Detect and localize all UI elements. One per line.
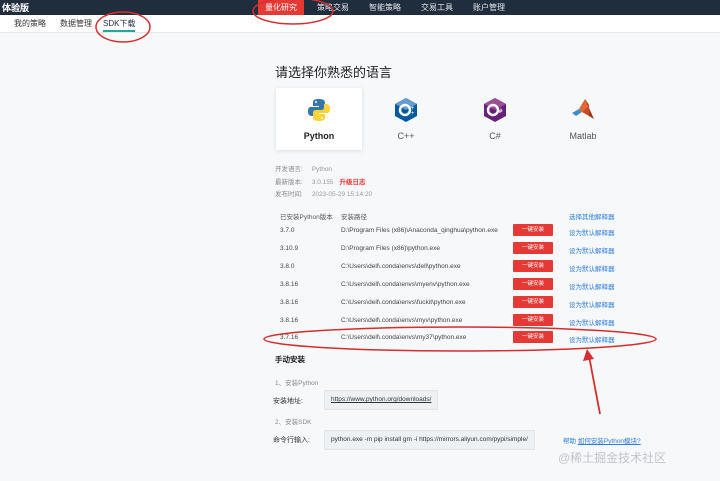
col-path-header: 安装路径 (341, 214, 367, 221)
cpp-icon: + + (393, 97, 419, 123)
annotation-arrow-line (588, 355, 601, 415)
table-row: 3.8.0 C:\Users\dell\.conda\envs\dell\pyt… (280, 260, 640, 274)
info-version-label: 最新版本: (275, 179, 303, 186)
table-row: 3.7.0 D:\Program Files (x86)\Anaconda_qi… (280, 224, 640, 238)
brand-label: 体验版 (2, 3, 30, 13)
row-version: 3.7.0 (280, 227, 295, 234)
one-click-install-button[interactable]: 一键安装 (513, 314, 553, 326)
row-path: C:\Users\dell\.conda\envs\myenv\python.e… (341, 281, 470, 288)
one-click-install-button[interactable]: 一键安装 (513, 296, 553, 308)
info-date-label: 发布时间: (275, 191, 303, 198)
python-download-link[interactable]: https://www.python.org/downloads/ (331, 396, 431, 403)
set-default-link[interactable]: 设为默认解释器 (569, 317, 615, 327)
step-install-python: 1、安装Python (275, 380, 319, 387)
row-path: C:\Users\dell\.conda\envs\dell\python.ex… (341, 263, 461, 270)
tab-sdk-download[interactable]: SDK下载 (103, 18, 136, 32)
one-click-install-button[interactable]: 一键安装 (513, 331, 553, 343)
info-language-value: Python (311, 166, 333, 173)
col-version-header: 已安装Python版本 (280, 214, 333, 221)
set-default-link[interactable]: 设为默认解释器 (569, 299, 615, 309)
set-default-link[interactable]: 设为默认解释器 (569, 281, 615, 291)
info-version-value: 3.0.155 (311, 179, 334, 186)
tab-my-strategies[interactable]: 我的策略 (14, 18, 46, 29)
one-click-install-button[interactable]: 一键安装 (513, 242, 553, 254)
nav-smart-strategy[interactable]: 智能策略 (362, 0, 408, 15)
row-version: 3.8.0 (280, 263, 295, 270)
row-path: C:\Users\dell\.conda\envs\my37\python.ex… (341, 334, 467, 341)
info-date-value: 2023-05-29 15:14:20 (311, 191, 373, 198)
row-version: 3.8.16 (280, 299, 299, 306)
changelog-link[interactable]: 升级日志 (340, 179, 366, 186)
row-version: 3.10.9 (280, 245, 299, 252)
nav-quant-research[interactable]: 量化研究 (258, 0, 304, 15)
matlab-icon (570, 97, 596, 123)
nav-strategy-trading[interactable]: 策略交易 (310, 0, 356, 15)
set-default-link[interactable]: 设为默认解释器 (569, 263, 615, 273)
table-header: 已安装Python版本 安装路径 选择其他解释器 (280, 211, 615, 221)
help-link[interactable]: 帮助 如何安装Python模块? (563, 435, 641, 445)
csharp-icon: # (482, 97, 508, 123)
step-install-sdk: 2、安装SDK (275, 419, 312, 426)
row-version: 3.8.16 (280, 281, 299, 288)
top-nav-bar: 体验版 量化研究 策略交易 智能策略 交易工具 账户管理 (0, 0, 720, 15)
table-row: 3.7.16 C:\Users\dell\.conda\envs\my37\py… (280, 331, 640, 345)
lang-card-csharp[interactable]: # C# (452, 88, 538, 150)
row-path: C:\Users\dell\.conda\envs\fuckit\python.… (341, 299, 466, 306)
install-address-label: 安装地址: (273, 398, 303, 405)
command-text: python.exe -m pip install gm -i https://… (331, 436, 528, 443)
page-title: 请选择你熟悉的语言 (275, 65, 393, 80)
info-date: 发布时间: 2023-05-29 15:14:20 (275, 188, 372, 198)
nav-account-management[interactable]: 账户管理 (466, 0, 512, 15)
table-row: 3.8.16 C:\Users\dell\.conda\envs\myv\pyt… (280, 314, 640, 328)
lang-label-matlab: Matlab (569, 131, 597, 141)
choose-interpreter-link[interactable]: 选择其他解释器 (569, 211, 615, 221)
lang-label-cpp: C++ (397, 131, 415, 141)
row-path: C:\Users\dell\.conda\envs\myv\python.exe (341, 317, 463, 324)
info-language: 开发语言: Python (275, 163, 332, 173)
manual-install-title: 手动安装 (275, 355, 305, 364)
help-prefix: 帮助 (563, 438, 576, 445)
set-default-link[interactable]: 设为默认解释器 (569, 334, 615, 344)
tab-data-management[interactable]: 数据管理 (60, 18, 92, 29)
row-path: D:\Program Files (x86)\Anaconda_qinghua\… (341, 227, 498, 234)
lang-card-python[interactable]: Python (276, 88, 362, 150)
nav-trading-tools[interactable]: 交易工具 (414, 0, 460, 15)
command-box[interactable]: python.exe -m pip install gm -i https://… (324, 430, 535, 450)
lang-label-python: Python (303, 131, 335, 141)
cmd-input-label: 命令行输入: (273, 437, 310, 444)
info-language-label: 开发语言: (275, 166, 303, 173)
table-row: 3.8.16 C:\Users\dell\.conda\envs\myenv\p… (280, 278, 640, 292)
row-version: 3.7.16 (280, 334, 299, 341)
python-icon (306, 97, 332, 123)
main-nav: 量化研究 策略交易 智能策略 交易工具 账户管理 (258, 0, 518, 15)
set-default-link[interactable]: 设为默认解释器 (569, 245, 615, 255)
one-click-install-button[interactable]: 一键安装 (513, 278, 553, 290)
row-version: 3.8.16 (280, 317, 299, 324)
sub-nav-bar: 我的策略 数据管理 SDK下载 (0, 15, 720, 33)
annotation-arrow-head (583, 349, 594, 361)
lang-label-csharp: C# (489, 131, 501, 141)
one-click-install-button[interactable]: 一键安装 (513, 260, 553, 272)
help-question[interactable]: 如何安装Python模块? (578, 438, 641, 445)
table-row: 3.10.9 D:\Program Files (x86)\python.exe… (280, 242, 640, 256)
svg-text:+: + (411, 111, 415, 117)
svg-text:#: # (498, 108, 503, 115)
lang-card-cpp[interactable]: + + C++ (363, 88, 449, 150)
install-address-box: https://www.python.org/downloads/ (324, 390, 439, 410)
watermark: @稀土掘金技术社区 (558, 451, 667, 465)
one-click-install-button[interactable]: 一键安装 (513, 224, 553, 236)
info-version: 最新版本: 3.0.155 升级日志 (275, 176, 366, 186)
row-path: D:\Program Files (x86)\python.exe (341, 245, 440, 252)
table-row: 3.8.16 C:\Users\dell\.conda\envs\fuckit\… (280, 296, 640, 310)
lang-card-matlab[interactable]: Matlab (540, 88, 626, 150)
set-default-link[interactable]: 设为默认解释器 (569, 227, 615, 237)
